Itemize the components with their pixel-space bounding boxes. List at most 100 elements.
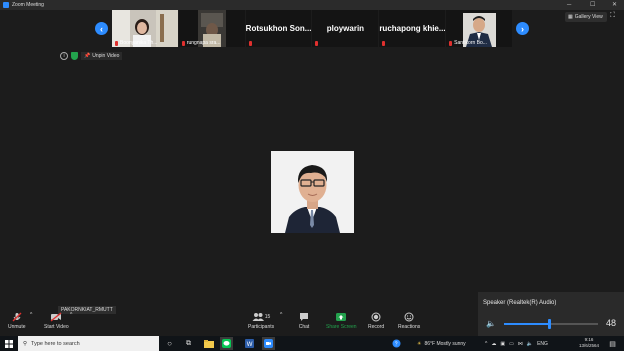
participants-button[interactable]: 15 Participants — [248, 312, 274, 330]
volume-slider-knob[interactable] — [547, 319, 551, 329]
muted-mic-icon — [315, 41, 319, 46]
zoom-taskbar-icon[interactable] — [262, 337, 275, 350]
participant-caption: Santikorn Bo... — [449, 40, 487, 46]
svg-text:W: W — [247, 342, 253, 348]
weather-widget[interactable]: ☀ 86°F Mostly sunny — [417, 336, 466, 351]
participant-name: Boonyanika Th... — [120, 40, 158, 46]
tray-app-icon[interactable]: ▣ — [500, 341, 505, 347]
cortana-icon[interactable]: ○ — [163, 337, 176, 350]
search-icon: ⚲ — [23, 340, 28, 347]
speaker-portrait — [271, 151, 354, 233]
chat-label: Chat — [298, 324, 310, 330]
reactions-label: Reactions — [398, 324, 421, 330]
participant-caption — [315, 41, 319, 46]
participant-caption: rungnapa sra... — [181, 40, 221, 46]
participant-caption — [248, 41, 252, 46]
zoom-window: Zoom Meeting ─ ☐ ✕ ‹ › Boonyanika Th... — [0, 0, 624, 351]
window-title: Zoom Meeting — [12, 2, 44, 8]
participant-tile[interactable]: rungnapa sra... — [178, 10, 245, 47]
encryption-shield-icon[interactable] — [71, 52, 78, 60]
gallery-view-button[interactable]: ▦ Gallery View — [565, 12, 607, 22]
tray-chevron-icon[interactable]: ^ — [485, 341, 487, 347]
gallery-prev-button[interactable]: ‹ — [95, 22, 108, 35]
reactions-icon — [403, 312, 415, 322]
participant-name: Santikorn Bo... — [454, 40, 487, 46]
share-screen-icon — [335, 312, 347, 322]
unmute-label: Unmute — [8, 324, 26, 330]
participant-tile[interactable]: Santikorn Bo... — [446, 10, 512, 47]
participant-caption — [382, 41, 386, 46]
muted-mic-icon — [181, 40, 185, 46]
speaker-volume-popup: Speaker (Realtek(R) Audio) 🔈 48 — [478, 292, 624, 336]
meeting-controls: Unmute ^ Start Video ^ 15 Participants ^… — [0, 312, 478, 336]
muted-mic-icon — [248, 41, 252, 46]
clock-date: 13/6/2564 — [578, 343, 600, 348]
chat-button[interactable]: Chat — [298, 312, 310, 330]
participant-tile[interactable]: ruchapong khie... — [379, 10, 446, 47]
participant-name-display: ruchapong khie... — [379, 24, 446, 33]
start-video-button[interactable]: Start Video — [44, 312, 69, 330]
participants-label: Participants — [248, 324, 275, 330]
unpin-video-button[interactable]: 📌 Unpin Video — [81, 52, 123, 60]
line-app-icon[interactable] — [220, 337, 233, 350]
gallery-next-button[interactable]: › — [516, 22, 529, 35]
reactions-button[interactable]: Reactions — [398, 312, 420, 330]
participant-tile[interactable]: Rotsukhon Son... — [245, 10, 312, 47]
windows-start-icon[interactable] — [0, 336, 18, 351]
onedrive-icon[interactable]: ☁ — [491, 341, 496, 347]
video-options-caret-icon[interactable]: ^ — [70, 312, 72, 318]
task-view-icon[interactable]: ⧉ — [182, 337, 195, 350]
participant-tile[interactable]: Boonyanika Th... — [112, 10, 178, 47]
input-language[interactable]: ENG — [537, 341, 548, 347]
word-icon[interactable]: W — [243, 337, 256, 350]
active-speaker-video — [271, 151, 354, 233]
volume-icon[interactable]: 🔈 — [527, 341, 533, 347]
system-tray: ^ ☁ ▣ ▭ ⋈ 🔈 ENG — [485, 336, 548, 351]
blue-app-icon[interactable]: ? — [390, 337, 403, 350]
participant-tile[interactable]: ploywarin — [312, 10, 379, 47]
participants-icon: 15 — [250, 312, 272, 322]
minimize-icon[interactable]: ─ — [567, 1, 571, 9]
gallery-view-label: Gallery View — [574, 14, 603, 20]
participants-count: 15 — [264, 314, 271, 320]
muted-mic-icon — [115, 40, 118, 46]
share-screen-button[interactable]: Share Screen — [326, 312, 357, 330]
meeting-info-bar: i 📌 Unpin Video — [60, 52, 123, 60]
close-icon[interactable]: ✕ — [612, 1, 617, 9]
start-video-label: Start Video — [44, 324, 69, 330]
audio-options-caret-icon[interactable]: ^ — [30, 312, 32, 318]
unmute-button[interactable]: Unmute — [8, 312, 26, 330]
taskbar-search-box[interactable]: ⚲ Type here to search — [18, 336, 159, 351]
info-icon[interactable]: i — [60, 52, 68, 60]
search-placeholder: Type here to search — [31, 340, 80, 347]
chat-icon — [298, 312, 310, 322]
record-button[interactable]: Record — [368, 312, 384, 330]
video-off-icon — [50, 312, 62, 322]
taskbar-clock[interactable]: 9:16 13/6/2564 — [575, 336, 603, 351]
muted-mic-icon — [382, 41, 386, 46]
volume-slider[interactable] — [504, 319, 598, 329]
participant-name-display: ploywarin — [326, 24, 365, 33]
share-screen-label: Share Screen — [326, 324, 357, 330]
volume-value: 48 — [605, 318, 616, 328]
svg-text:?: ? — [395, 342, 398, 348]
participant-strip: Boonyanika Th... rungnapa sra... Rotsukh… — [112, 10, 512, 47]
participant-name-display: Rotsukhon Son... — [245, 24, 312, 33]
participant-name: rungnapa sra... — [186, 40, 221, 46]
volume-slider-fill — [504, 323, 550, 325]
mic-muted-icon — [11, 312, 23, 322]
network-icon[interactable]: ⋈ — [518, 341, 523, 347]
zoom-app-icon — [3, 2, 9, 8]
participants-caret-icon[interactable]: ^ — [280, 312, 282, 318]
speaker-device-name: Speaker (Realtek(R) Audio) — [483, 300, 557, 306]
battery-icon[interactable]: ▭ — [509, 341, 514, 347]
record-icon — [370, 312, 382, 322]
weather-text: 86°F Mostly sunny — [424, 340, 466, 347]
notification-icon[interactable]: ▤ — [606, 337, 619, 350]
maximize-icon[interactable]: ☐ — [590, 1, 595, 9]
sun-icon: ☀ — [417, 340, 422, 347]
file-explorer-icon[interactable] — [202, 337, 215, 350]
speaker-icon: 🔈 — [486, 319, 496, 328]
fullscreen-icon[interactable]: ⛶ — [610, 12, 615, 20]
title-bar: Zoom Meeting ─ ☐ ✕ — [0, 0, 624, 10]
